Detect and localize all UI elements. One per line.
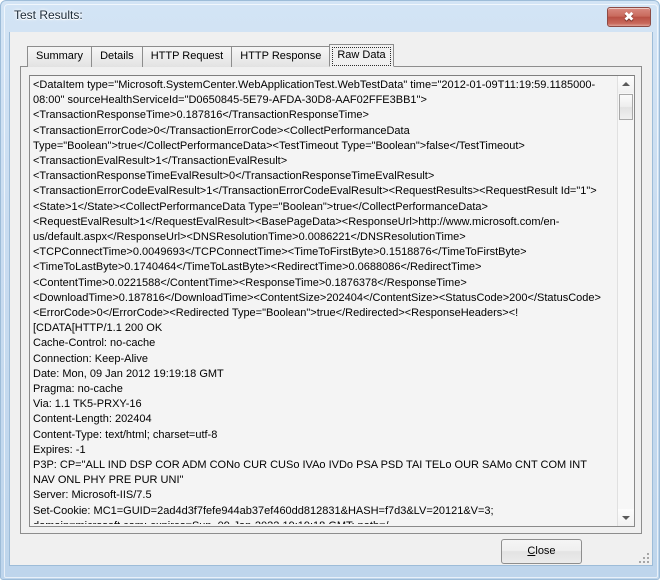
scrollbar-thumb[interactable] bbox=[619, 94, 633, 120]
scrollbar-up-button[interactable] bbox=[618, 76, 634, 93]
dialog-client-area: Summary Details HTTP Request HTTP Response R… bbox=[9, 32, 653, 566]
test-results-window: Test Results: ✖ Summary Details HTTP Reque… bbox=[0, 0, 660, 580]
tab-label: Raw Data bbox=[337, 49, 386, 61]
raw-data-textbox[interactable]: <DataItem type="Microsoft.SystemCenter.W… bbox=[29, 75, 635, 527]
window-title: Test Results: bbox=[14, 8, 83, 22]
tab-label: HTTP Request bbox=[150, 50, 224, 62]
scroll-down-arrow-icon bbox=[622, 516, 630, 520]
title-bar: Test Results: ✖ bbox=[2, 2, 658, 32]
tab-raw-data[interactable]: Raw Data bbox=[329, 44, 394, 67]
tab-label: HTTP Response bbox=[240, 50, 322, 62]
raw-data-vertical-scrollbar[interactable] bbox=[617, 76, 634, 526]
tab-page-raw-data: <DataItem type="Microsoft.SystemCenter.W… bbox=[20, 66, 642, 534]
close-x-icon: ✖ bbox=[623, 10, 635, 25]
window-close-button[interactable]: ✖ bbox=[607, 7, 651, 27]
raw-data-text[interactable]: <DataItem type="Microsoft.SystemCenter.W… bbox=[33, 78, 605, 524]
tab-strip: Summary Details HTTP Request HTTP Response R… bbox=[27, 44, 394, 67]
tab-http-request[interactable]: HTTP Request bbox=[141, 46, 233, 67]
tab-details[interactable]: Details bbox=[91, 46, 143, 67]
resize-grip[interactable] bbox=[636, 550, 649, 563]
scrollbar-down-button[interactable] bbox=[618, 509, 634, 526]
tab-label: Summary bbox=[36, 50, 84, 62]
tab-label: Details bbox=[100, 50, 134, 62]
close-button-label: lose bbox=[535, 545, 556, 557]
scroll-up-arrow-icon bbox=[622, 82, 630, 86]
close-button[interactable]: Close bbox=[501, 539, 582, 564]
tab-http-response[interactable]: HTTP Response bbox=[231, 46, 331, 67]
scrollbar-track[interactable] bbox=[618, 93, 634, 509]
tab-summary[interactable]: Summary bbox=[27, 46, 93, 67]
